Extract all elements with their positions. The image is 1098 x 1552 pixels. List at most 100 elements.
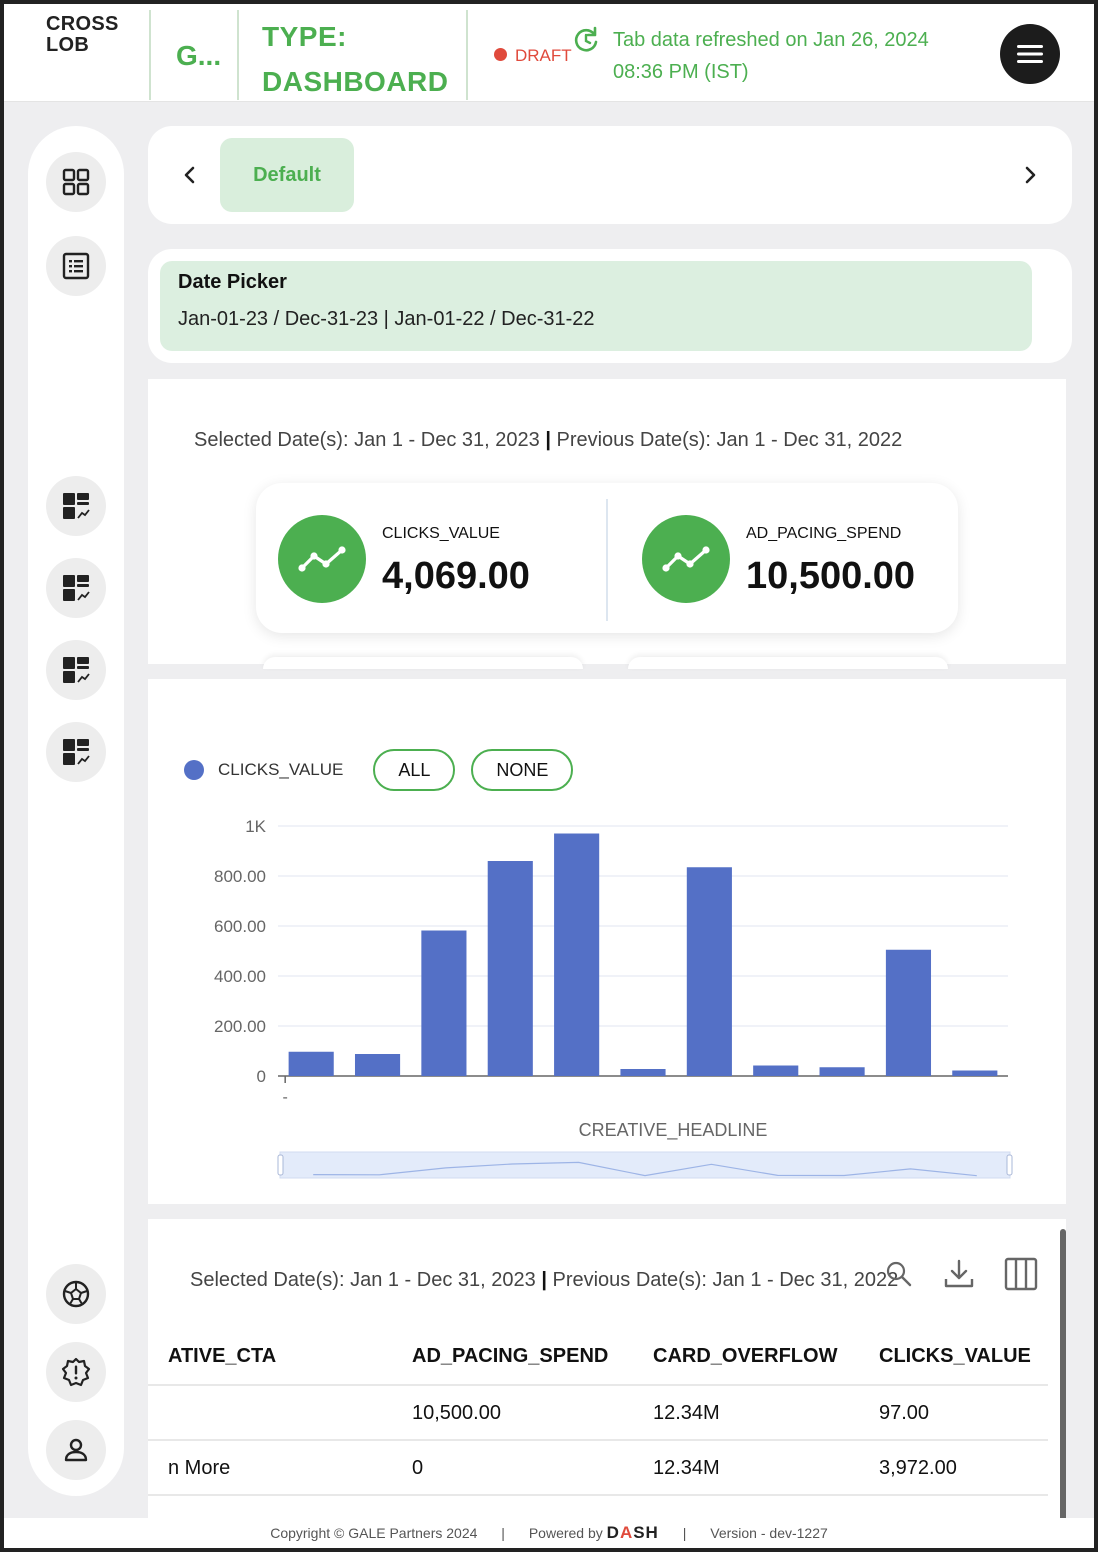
refresh-line2: 08:36 PM (IST): [613, 61, 749, 83]
kpi-box: CLICKS_VALUE 4,069.00 AD_PACING_SPEND 10…: [256, 483, 958, 633]
date-picker-value: Jan-01-23 / Dec-31-23 | Jan-01-22 / Dec-…: [178, 308, 595, 330]
legend-dot-icon[interactable]: [184, 760, 204, 780]
sidebar-item-profile[interactable]: [46, 1420, 106, 1480]
table-header-row: ATIVE_CTA AD_PACING_SPEND CARD_OVERFLOW …: [148, 1331, 1048, 1386]
chart-bar[interactable]: [753, 1065, 799, 1077]
footer: Copyright © GALE Partners 2024 | Powered…: [4, 1518, 1094, 1548]
y-tick-label: 800.00: [214, 867, 266, 886]
sidebar-item-widget-1[interactable]: [46, 476, 106, 536]
header-divider: [149, 10, 151, 100]
zoom-handle-right[interactable]: [1006, 1154, 1013, 1176]
hamburger-icon: [1017, 45, 1043, 63]
kpi-widget: Selected Date(s): Jan 1 - Dec 31, 2023 |…: [148, 379, 1066, 669]
chart-bar[interactable]: [620, 1069, 666, 1076]
refresh-line1: Tab data refreshed on Jan 26, 2024: [613, 29, 929, 51]
widget-chart-icon: [63, 657, 90, 683]
chevron-right-icon[interactable]: [1020, 162, 1040, 188]
brand-logo[interactable]: CROSS LOB: [46, 14, 119, 56]
header-divider: [466, 10, 468, 100]
table-row[interactable]: 10,500.00 12.34M 97.00: [148, 1386, 1048, 1441]
kpi-divider: [606, 499, 608, 621]
legend-none-button[interactable]: NONE: [471, 749, 574, 791]
column-header[interactable]: ATIVE_CTA: [168, 1345, 276, 1368]
chevron-left-icon[interactable]: [180, 162, 200, 188]
main-menu-button[interactable]: [1000, 24, 1060, 84]
bar-chart: 0 200.00 400.00 600.00 800.00 1K - CREATIVE_HEA…: [214, 817, 1013, 1179]
sidebar-item-widget-2[interactable]: [46, 558, 106, 618]
tab-default[interactable]: Default: [220, 138, 354, 212]
sidebar-item-sports[interactable]: [46, 1264, 106, 1324]
copyright-text: Copyright © GALE Partners 2024: [270, 1525, 478, 1541]
columns-icon[interactable]: [1004, 1257, 1038, 1291]
chart-bar[interactable]: [354, 1054, 401, 1076]
table-cell: n More: [168, 1457, 231, 1479]
trend-line-icon: [278, 515, 366, 603]
list-icon: [62, 252, 90, 280]
badge-alert-icon: [61, 1357, 91, 1387]
kpi-label: CLICKS_VALUE: [382, 525, 500, 542]
date-range-caption: Selected Date(s): Jan 1 - Dec 31, 2023 |…: [190, 1269, 898, 1292]
y-tick-label: 1K: [245, 817, 266, 836]
table-row[interactable]: n More 0 12.34M 3,972.00: [148, 1441, 1048, 1496]
download-icon[interactable]: [942, 1257, 976, 1291]
zoom-handle-left[interactable]: [277, 1154, 284, 1176]
workspace-abbr[interactable]: G...: [176, 40, 221, 72]
refresh-icon[interactable]: [572, 26, 600, 54]
x-tick-label: -: [283, 1089, 288, 1106]
left-sidebar: [28, 126, 124, 1496]
table-cell: 12.34M: [653, 1402, 720, 1424]
previous-dates: Previous Date(s): Jan 1 - Dec 31, 2022: [556, 429, 903, 451]
sidebar-item-widget-3[interactable]: [46, 640, 106, 700]
footer-divider: |: [501, 1525, 505, 1541]
header-divider: [237, 10, 239, 100]
status-label: DRAFT: [515, 46, 572, 65]
column-header[interactable]: CARD_OVERFLOW: [653, 1345, 837, 1368]
data-table: ATIVE_CTA AD_PACING_SPEND CARD_OVERFLOW …: [148, 1331, 1048, 1496]
date-picker[interactable]: Date Picker Jan-01-23 / Dec-31-23 | Jan-…: [160, 261, 1032, 351]
sidebar-item-dashboards[interactable]: [46, 152, 106, 212]
column-header[interactable]: CLICKS_VALUE: [879, 1345, 1031, 1368]
version-text: Version - dev-1227: [710, 1525, 828, 1541]
sidebar-item-alerts[interactable]: [46, 1342, 106, 1402]
search-icon[interactable]: [884, 1259, 914, 1289]
bar-chart-widget: CLICKS_VALUE ALL NONE 0 200.00 400.00 600.0…: [148, 679, 1066, 1204]
date-range-caption: Selected Date(s): Jan 1 - Dec 31, 2023 |…: [194, 429, 902, 452]
table-cell: 10,500.00: [412, 1402, 501, 1424]
kpi-box-partial: [263, 657, 583, 669]
kpi-value: 10,500.00: [746, 555, 916, 597]
page-title: TYPE: DASHBOARD: [262, 14, 449, 104]
selected-dates: Selected Date(s): Jan 1 - Dec 31, 2023: [194, 429, 540, 451]
chart-bar[interactable]: [421, 930, 467, 1077]
table-cell: 0: [412, 1457, 424, 1479]
chart-bar[interactable]: [487, 861, 533, 1076]
status-badge: DRAFT: [494, 46, 572, 66]
trend-line-icon: [642, 515, 730, 603]
dashboard-grid-icon: [62, 168, 90, 196]
chart-bar[interactable]: [819, 1067, 865, 1076]
status-dot-icon: [494, 48, 507, 61]
previous-dates: Previous Date(s): Jan 1 - Dec 31, 2022: [552, 1269, 899, 1291]
sidebar-item-list[interactable]: [46, 236, 106, 296]
widget-chart-icon: [63, 739, 90, 765]
column-header[interactable]: AD_PACING_SPEND: [412, 1345, 608, 1368]
sidebar-item-widget-4[interactable]: [46, 722, 106, 782]
y-tick-label: 600.00: [214, 917, 266, 936]
kpi-box-partial: [628, 657, 948, 669]
chart-bar[interactable]: [952, 1070, 998, 1077]
brand-line2: LOB: [46, 34, 90, 56]
chart-bar[interactable]: [554, 833, 600, 1077]
y-tick-label: 400.00: [214, 967, 266, 986]
refresh-timestamp: Tab data refreshed on Jan 26, 2024 08:36…: [613, 24, 929, 88]
dash-logo: DASH: [607, 1523, 659, 1542]
dash-logo-d: D: [606, 1523, 620, 1542]
chart-bar[interactable]: [885, 949, 932, 1076]
table-scrollbar[interactable]: [1060, 1229, 1066, 1529]
y-tick-label: 0: [257, 1067, 266, 1086]
widget-chart-icon: [63, 493, 90, 519]
legend-label[interactable]: CLICKS_VALUE: [218, 760, 343, 780]
legend-all-button[interactable]: ALL: [373, 749, 456, 791]
top-header: CROSS LOB G... TYPE: DASHBOARD DRAFT Tab…: [4, 4, 1094, 102]
chart-bar[interactable]: [288, 1051, 334, 1076]
chart-bar[interactable]: [686, 867, 732, 1076]
soccer-ball-icon: [62, 1280, 90, 1308]
